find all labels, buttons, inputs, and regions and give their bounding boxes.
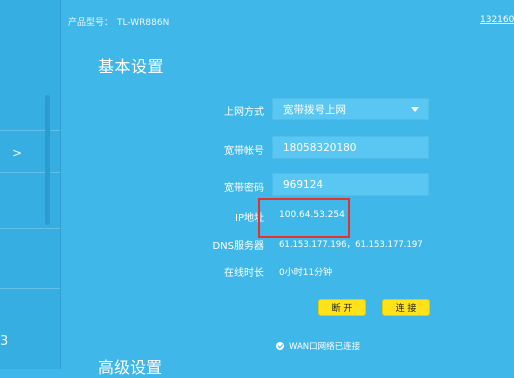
product-model-value: TL-WR886N xyxy=(117,18,170,28)
product-model: 产品型号： TL-WR886N xyxy=(68,15,173,28)
sidebar-divider xyxy=(0,130,60,131)
disconnect-button[interactable]: 断 开 xyxy=(318,299,366,316)
check-circle-icon xyxy=(276,342,284,350)
ip-highlight-box xyxy=(258,198,350,238)
sidebar-divider xyxy=(0,228,60,229)
dns-label: DNS服务器 xyxy=(212,241,264,252)
password-value: 969124 xyxy=(283,178,324,191)
password-input[interactable]: 969124 xyxy=(272,173,429,196)
dns-value: 61.153.177.196，61.153.177.197 xyxy=(279,240,423,250)
chevron-down-icon xyxy=(411,107,419,112)
wan-status: WAN口网络已连接 xyxy=(276,340,360,352)
product-model-label: 产品型号： xyxy=(68,18,114,28)
sidebar-expand-icon[interactable]: > xyxy=(12,146,22,160)
connection-type-select[interactable]: 宽带拨号上网 xyxy=(272,98,429,120)
advanced-settings-heading: 高级设置 xyxy=(98,358,163,377)
wan-status-text: WAN口网络已连接 xyxy=(289,342,361,352)
sidebar-scrollbar[interactable] xyxy=(45,95,50,225)
connect-button[interactable]: 连 接 xyxy=(382,299,430,316)
account-value: 18058320180 xyxy=(283,141,357,154)
account-label: 宽带帐号 xyxy=(224,146,264,157)
ip-label: IP地址 xyxy=(235,213,264,224)
sidebar-corner-text: 3 xyxy=(0,334,9,349)
account-input[interactable]: 18058320180 xyxy=(272,136,429,159)
password-label: 宽带密码 xyxy=(224,183,264,194)
sidebar-divider xyxy=(0,288,60,289)
online-time-label: 在线时长 xyxy=(224,268,264,279)
sidebar-divider xyxy=(0,172,60,173)
top-right-link[interactable]: 1321601 xyxy=(480,15,514,25)
connection-type-label: 上网方式 xyxy=(224,107,264,118)
connection-type-value: 宽带拨号上网 xyxy=(283,103,346,116)
sidebar: > 3 xyxy=(0,0,61,369)
online-time-value: 0小时11分钟 xyxy=(279,268,333,278)
page-title: 基本设置 xyxy=(98,57,165,76)
